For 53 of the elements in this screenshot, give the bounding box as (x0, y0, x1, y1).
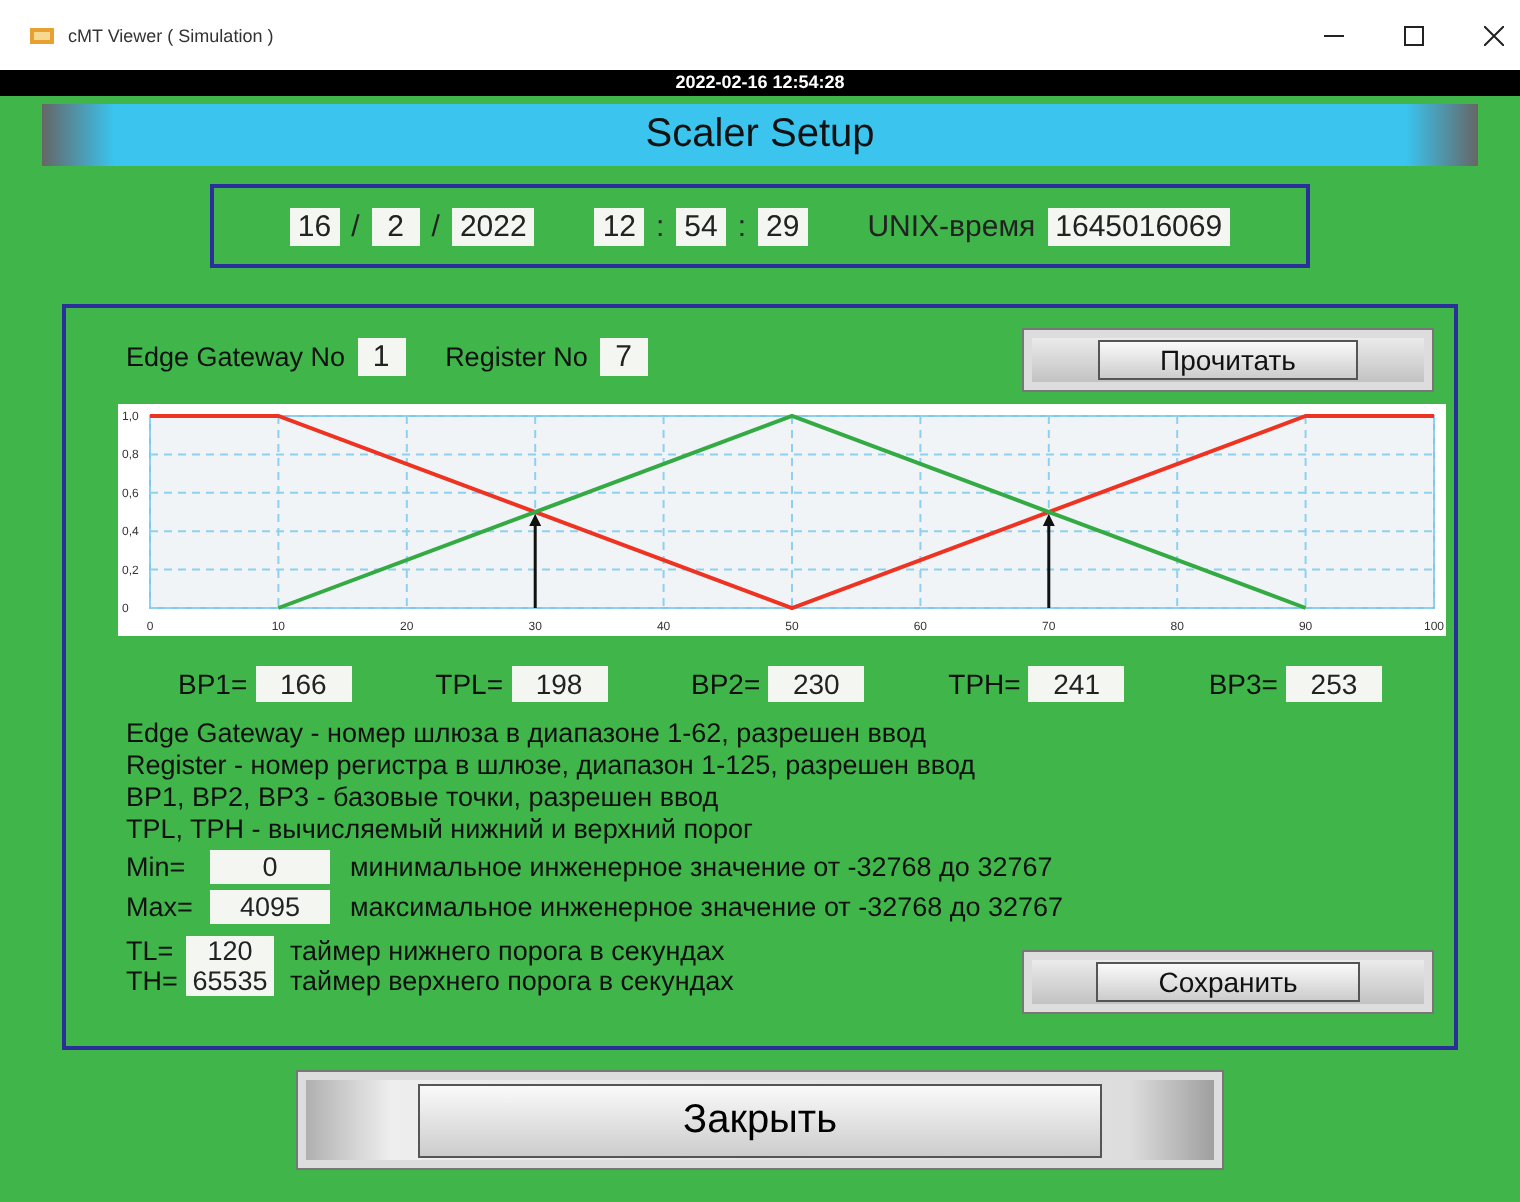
separator: : (737, 209, 747, 243)
note-text: Edge Gateway - номер шлюза в диапазоне 1-62, разрешен ввод (126, 718, 929, 748)
gateway-field[interactable]: 1 (357, 337, 406, 375)
header-bar: Scaler Setup (42, 104, 1478, 166)
point-label: TPL= (435, 668, 503, 700)
date-field[interactable]: 12 (594, 207, 644, 245)
note-text: BP1, BP2, BP3 - базовые точки, разрешен ввод (126, 782, 721, 812)
date-field[interactable]: 29 (758, 207, 808, 245)
point-field[interactable]: 253 (1285, 666, 1382, 702)
save-button[interactable]: Сохранить (1022, 950, 1434, 1014)
window-title: cMT Viewer ( Simulation ) (68, 25, 274, 45)
read-button[interactable]: Прочитать (1022, 328, 1434, 392)
separator: / (431, 209, 440, 243)
date-field[interactable]: 2 (371, 207, 420, 245)
date-field[interactable]: 54 (676, 207, 726, 245)
point-field[interactable]: 166 (255, 666, 352, 702)
timer-description: таймер нижнего порога в секундах (290, 936, 725, 966)
separator: / (351, 209, 360, 243)
point-field[interactable]: 198 (511, 666, 607, 702)
app-icon (28, 23, 56, 47)
timer-description: таймер верхнего порога в секундах (290, 966, 734, 996)
point-label: BP1= (178, 668, 248, 700)
timer-label: TH= (126, 966, 178, 996)
unix-label: UNIX-время (867, 209, 1036, 243)
timer-field[interactable]: 65535 (186, 966, 274, 996)
date-field[interactable]: 2022 (451, 207, 535, 245)
limit-field[interactable]: 0 (210, 850, 330, 884)
point-label: TPH= (948, 668, 1021, 700)
register-label: Register No (445, 341, 588, 371)
separator: : (656, 209, 665, 243)
note-text: Register - номер регистра в шлюзе, диапазон 1-125, разрешен ввод (126, 750, 978, 780)
register-field[interactable]: 7 (599, 337, 648, 375)
unix-field[interactable]: 1645016069 (1047, 207, 1231, 245)
maximize-icon[interactable] (1404, 25, 1424, 45)
status-bar: 2022-02-16 12:54:28 (0, 70, 1520, 96)
point-label: BP3= (1208, 668, 1278, 700)
limit-label: Min= (126, 852, 188, 882)
limit-description: минимальное инженерное значение от -32768 до 32767 (350, 852, 1053, 882)
limit-description: максимальное инженерное значение от -32768 до 32767 (350, 892, 1064, 922)
close-icon[interactable] (1484, 25, 1504, 45)
point-field[interactable]: 230 (768, 666, 865, 702)
point-label: BP2= (691, 668, 761, 700)
note-text: TPL, TPH - вычисляемый нижний и верхний порог (126, 814, 755, 844)
timer-field[interactable]: 120 (186, 936, 274, 966)
close-button[interactable]: Закрыть (296, 1070, 1224, 1170)
point-field[interactable]: 241 (1028, 666, 1125, 702)
date-field[interactable]: 16 (289, 207, 340, 245)
gateway-label: Edge Gateway No (126, 341, 346, 371)
limit-field[interactable]: 4095 (210, 890, 330, 924)
limit-label: Max= (126, 892, 195, 922)
arrow (1042, 514, 1055, 608)
timer-label: TL= (126, 936, 176, 966)
arrow (529, 514, 542, 608)
